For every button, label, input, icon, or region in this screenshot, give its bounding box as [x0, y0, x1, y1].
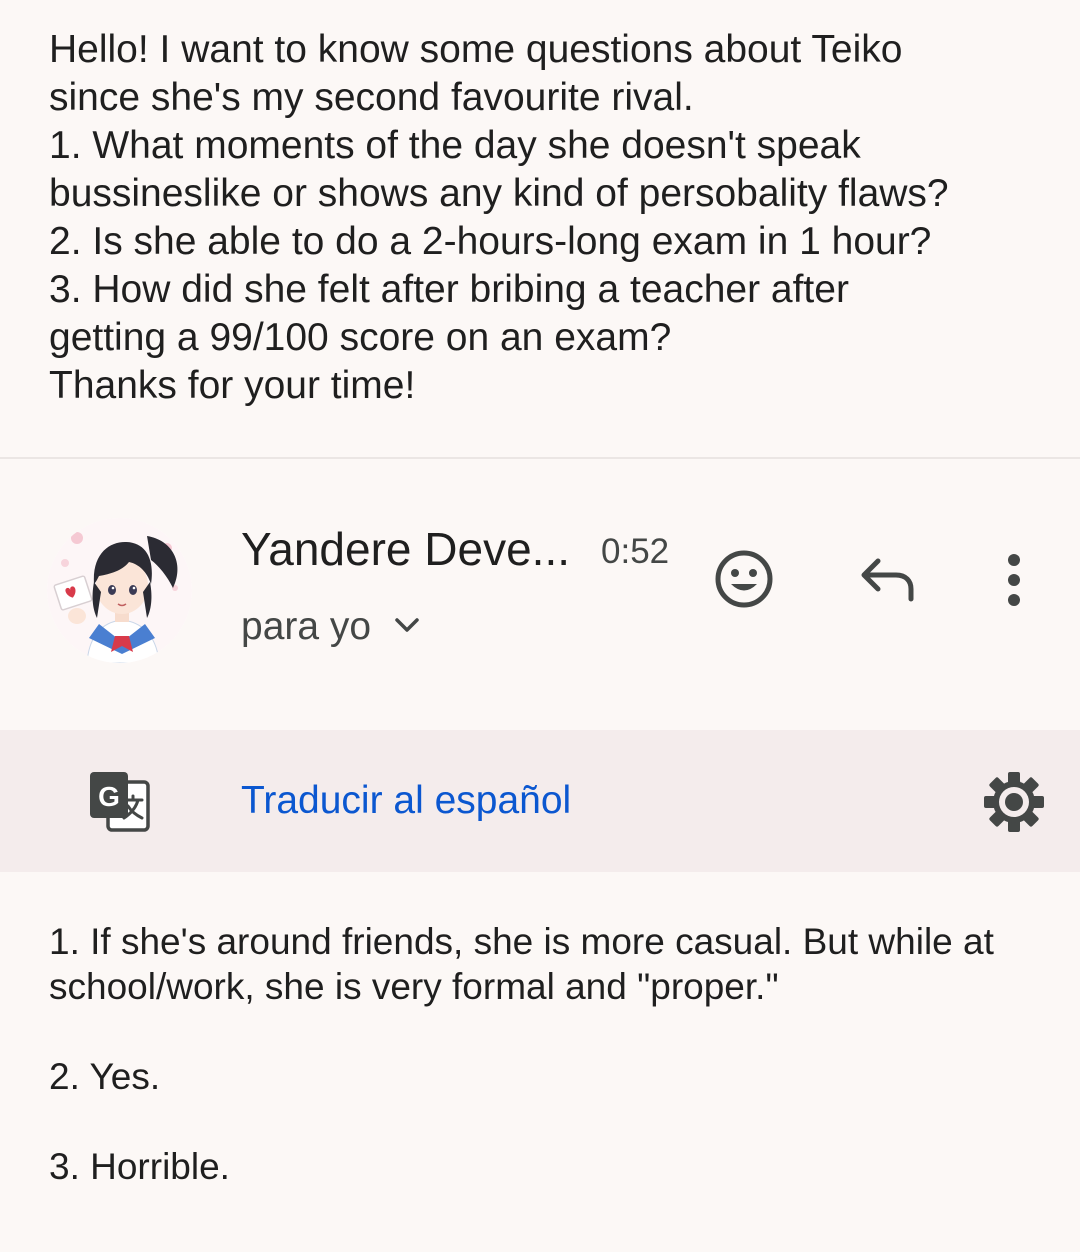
reply-message-body: 1. If she's around friends, she is more …: [49, 919, 1049, 1189]
reply-line: 1. If she's around friends, she is more …: [49, 921, 994, 962]
quoted-message-line: Thanks for your time!: [49, 364, 416, 407]
reply-line: 2. Yes.: [49, 1056, 161, 1097]
quoted-message-line: 2. Is she able to do a 2-hours-long exam…: [49, 220, 932, 263]
sender-name[interactable]: Yandere Deve...: [241, 520, 570, 578]
quoted-message-line: getting a 99/100 score on an exam?: [49, 316, 672, 359]
chevron-down-icon: [393, 615, 421, 640]
translate-settings-button[interactable]: [980, 768, 1048, 836]
quoted-message: Hello! I want to know some questions abo…: [49, 26, 1049, 410]
more-options-button[interactable]: [984, 546, 1044, 618]
translate-link[interactable]: Traducir al español: [241, 776, 571, 826]
svg-text:G: G: [98, 781, 120, 812]
quoted-message-line: bussineslike or shows any kind of persob…: [49, 172, 949, 215]
add-reaction-button[interactable]: [708, 545, 780, 617]
quoted-message-line: since she's my second favourite rival.: [49, 76, 694, 119]
message-divider: [0, 457, 1080, 459]
quoted-message-line: 3. How did she felt after bribing a teac…: [49, 268, 849, 311]
recipient-label: para yo: [241, 605, 372, 648]
google-translate-icon: G: [88, 770, 152, 834]
translate-bar: G Traducir al español: [0, 730, 1080, 872]
reply-line: 3. Horrible.: [49, 1146, 230, 1187]
sender-avatar[interactable]: [47, 518, 192, 663]
quoted-message-line: 1. What moments of the day she doesn't s…: [49, 124, 861, 167]
more-vert-icon: [1004, 550, 1024, 615]
reply-button[interactable]: [852, 546, 924, 618]
message-time: 0:52: [601, 532, 670, 571]
reply-arrow-icon: [858, 555, 918, 610]
recipient-toggle[interactable]: para yo: [241, 602, 421, 652]
gear-icon: [984, 772, 1044, 832]
smiley-icon: [712, 547, 776, 616]
quoted-message-line: Hello! I want to know some questions abo…: [49, 28, 903, 71]
reply-line: school/work, she is very formal and "pro…: [49, 966, 779, 1007]
